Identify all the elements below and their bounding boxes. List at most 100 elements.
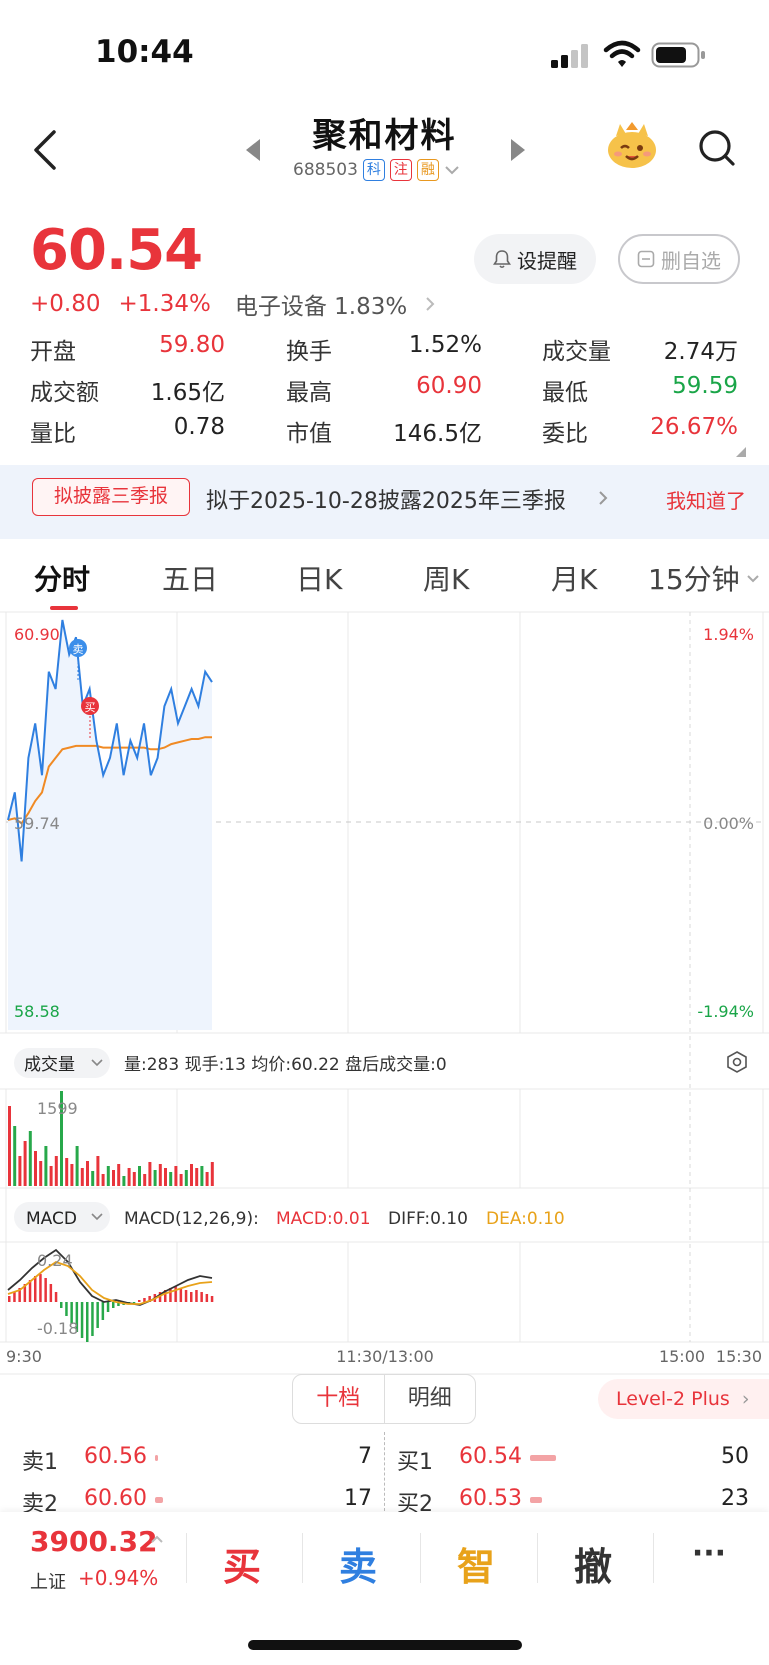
level2-plus-button[interactable]: Level-2 Plus ›	[598, 1379, 769, 1419]
cancel-order-button[interactable]: 撤	[553, 1536, 633, 1591]
stat-commission-ratio: 委比 26.67%	[542, 414, 738, 447]
tab-15min[interactable]: 15分钟	[648, 558, 740, 598]
change-row: +0.80 +1.34% 电子设备 1.83%	[30, 287, 435, 321]
bid-row[interactable]: 买1 60.54 50	[397, 1444, 749, 1475]
volume-bar	[122, 1176, 126, 1186]
pct-mid-label: 0.00%	[703, 814, 754, 833]
chevron-down-icon	[747, 575, 759, 583]
divider	[537, 1533, 538, 1583]
stat-label: 最低	[542, 380, 588, 406]
expand-corner-icon[interactable]	[736, 447, 746, 457]
pct-low-label: -1.94%	[697, 1002, 754, 1021]
tab-trade-detail[interactable]: 明细	[385, 1375, 476, 1423]
chevron-right-icon	[599, 491, 608, 505]
volume-bar	[158, 1164, 162, 1186]
stat-label: 换手	[286, 339, 332, 365]
stat-high: 最高 60.90	[286, 373, 482, 406]
volume-bar	[117, 1164, 121, 1186]
smart-order-button[interactable]: 智	[436, 1536, 516, 1591]
settings-icon[interactable]	[727, 1051, 747, 1073]
ask-side-label: 卖1	[22, 1450, 58, 1475]
volume-bar	[143, 1174, 147, 1186]
set-alert-button[interactable]: 设提醒	[474, 234, 596, 284]
tab-weekly-k[interactable]: 周K	[423, 558, 469, 598]
volume-bar	[18, 1156, 22, 1186]
tab-ten-levels[interactable]: 十档	[293, 1375, 385, 1423]
chevron-up-icon[interactable]	[150, 1534, 164, 1544]
intraday-chart[interactable]: 60.90 59.74 58.58 1.94% 0.00% -1.94% 卖 买…	[0, 610, 769, 1380]
divider	[420, 1533, 421, 1583]
macd-bar	[138, 1300, 141, 1302]
volume-max-label: 1599	[37, 1099, 78, 1118]
price-change: +0.80	[30, 291, 101, 317]
volume-bar	[210, 1162, 214, 1186]
macd-bar	[65, 1302, 68, 1316]
banner-tag: 拟披露三季报	[32, 478, 190, 516]
banner-text[interactable]: 拟于2025-10-28披露2025年三季报	[206, 483, 566, 515]
macd-bar	[54, 1292, 58, 1302]
bid-qty-bar	[530, 1455, 556, 1461]
tab-daily-k[interactable]: 日K	[296, 558, 342, 598]
volume-bar	[80, 1168, 84, 1186]
price-low-label: 58.58	[14, 1002, 60, 1021]
stat-value: 1.52%	[408, 332, 482, 358]
stock-code-row[interactable]: 688503 科 注 融	[293, 157, 460, 183]
set-alert-label: 设提醒	[517, 248, 577, 273]
volume-bar	[106, 1166, 110, 1186]
bid-qty: 23	[721, 1486, 749, 1511]
bid-side-label: 买1	[397, 1450, 433, 1475]
stat-value: 60.90	[416, 373, 482, 399]
macd-selector-label: MACD	[26, 1209, 77, 1229]
tag-registration: 注	[389, 159, 412, 181]
stat-open: 开盘 59.80	[30, 332, 225, 365]
sector-link[interactable]: 电子设备 1.83%	[235, 287, 407, 321]
volume-bar	[13, 1126, 17, 1186]
index-value[interactable]: 3900.32	[30, 1525, 158, 1558]
stat-label: 市值	[286, 421, 332, 447]
macd-bar	[8, 1296, 11, 1302]
cellular-signal-icon	[551, 44, 588, 68]
macd-bar	[86, 1302, 89, 1342]
buy-button[interactable]: 买	[202, 1536, 282, 1591]
macd-bar	[49, 1284, 53, 1302]
next-stock-icon[interactable]	[509, 137, 527, 163]
mascot-icon[interactable]	[606, 120, 658, 170]
macd-bar	[101, 1302, 105, 1320]
bid-qty: 50	[721, 1444, 749, 1469]
search-icon[interactable]	[697, 128, 737, 168]
time-label-after: 15:30	[716, 1347, 762, 1366]
macd-bar	[200, 1292, 203, 1302]
volume-bar	[65, 1158, 69, 1186]
stat-volume: 成交量 2.74万	[542, 332, 738, 365]
tab-five-day[interactable]: 五日	[162, 558, 218, 598]
macd-bar	[174, 1286, 177, 1302]
volume-bar	[44, 1146, 48, 1186]
macd-bar	[80, 1302, 84, 1338]
home-indicator	[248, 1640, 522, 1650]
volume-bar	[34, 1151, 37, 1186]
macd-bar	[132, 1302, 136, 1303]
ask-qty-bar	[155, 1455, 158, 1461]
bid-price: 60.53	[459, 1486, 522, 1511]
stat-label: 量比	[30, 421, 76, 447]
ask-row[interactable]: 卖1 60.56 7	[22, 1444, 372, 1475]
volume-bar	[112, 1170, 115, 1186]
macd-bottom-label: -0.18	[37, 1319, 78, 1338]
sell-button[interactable]: 卖	[318, 1536, 398, 1591]
macd-bar	[39, 1274, 42, 1302]
time-label-close: 15:00	[659, 1347, 705, 1366]
stat-label: 成交量	[542, 339, 611, 365]
sell-marker-label: 卖	[73, 643, 84, 656]
tab-monthly-k[interactable]: 月K	[551, 558, 597, 598]
volume-bar	[169, 1172, 173, 1186]
chevron-right-icon	[426, 297, 435, 311]
volume-info: 量:283 现手:13 均价:60.22 盘后成交量:0	[124, 1055, 447, 1075]
macd-bar	[210, 1296, 214, 1302]
remove-watchlist-button[interactable]: 删自选	[618, 234, 740, 284]
more-button[interactable]: ···	[669, 1536, 749, 1571]
tab-intraday[interactable]: 分时	[34, 558, 90, 598]
ask-qty: 17	[344, 1486, 372, 1511]
banner-dismiss-button[interactable]: 我知道了	[666, 485, 746, 514]
order-book-divider	[384, 1432, 385, 1516]
ask-price: 60.60	[84, 1486, 147, 1511]
